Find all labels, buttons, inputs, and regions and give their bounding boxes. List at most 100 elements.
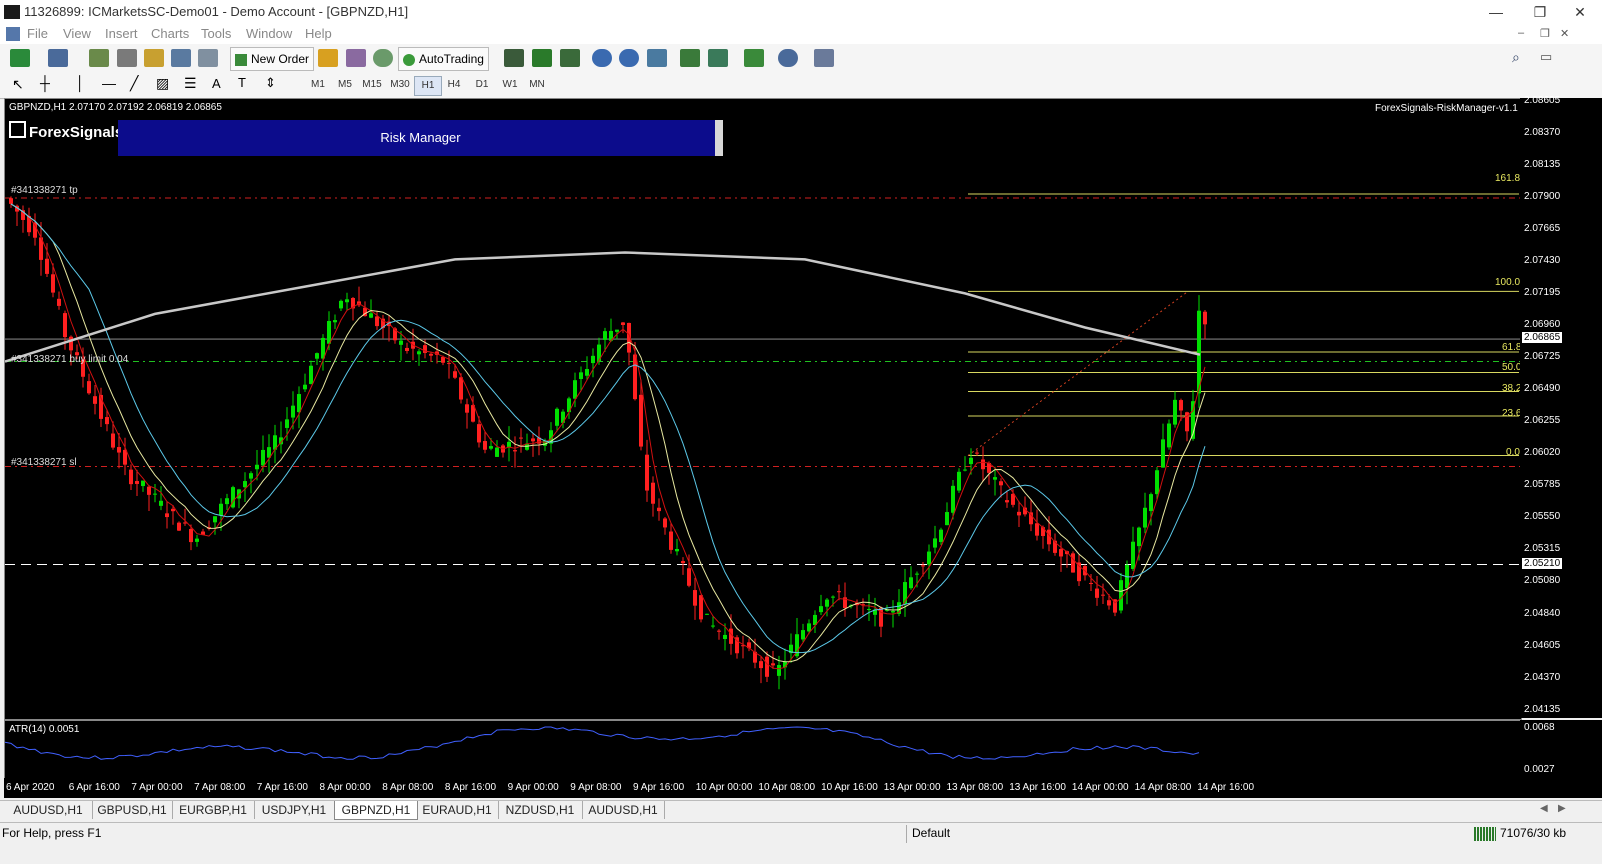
chart-shift-icon[interactable] (708, 49, 728, 67)
menu-charts[interactable]: Charts (151, 26, 189, 41)
close-button[interactable]: ✕ (1558, 2, 1602, 22)
tab-scroll-left-icon[interactable]: ◀ (1540, 803, 1548, 814)
candlestick-icon[interactable] (532, 49, 552, 67)
trendline-icon[interactable]: ╱ (130, 75, 138, 92)
new-chart-icon[interactable] (10, 49, 30, 67)
arrows-icon[interactable]: ⇕ (265, 75, 276, 91)
profiles-icon[interactable] (48, 49, 68, 67)
candle-body (441, 357, 445, 363)
strategy-tester-icon[interactable] (198, 49, 218, 67)
terminal-icon[interactable] (171, 49, 191, 67)
candle-body (945, 512, 949, 526)
tile-windows-icon[interactable] (647, 49, 667, 67)
navigator-icon[interactable] (144, 49, 164, 67)
horizontal-line-icon[interactable]: — (102, 75, 116, 91)
candle-body (1041, 527, 1045, 537)
timeframe-h4[interactable]: H4 (441, 76, 467, 94)
tab-eurgbp[interactable]: EURGBP,H1 (172, 801, 255, 819)
candle-body (957, 471, 961, 491)
candle-body (675, 548, 679, 552)
search-icon[interactable]: ⌕ (1512, 49, 1520, 66)
menu-help[interactable]: Help (305, 26, 332, 41)
timeframe-m15[interactable]: M15 (359, 76, 385, 94)
tab-audusd-2[interactable]: AUDUSD,H1 (582, 801, 665, 819)
candle-body (933, 538, 937, 548)
tab-gbpnzd[interactable]: GBPNZD,H1 (334, 801, 418, 820)
atr-line (5, 726, 1200, 760)
tab-scroll-right-icon[interactable]: ▶ (1558, 803, 1566, 814)
fib-anchor-line (967, 290, 1189, 456)
tab-usdjpy[interactable]: USDJPY,H1 (254, 801, 335, 819)
market-watch-icon[interactable] (89, 49, 109, 67)
risk-manager-collapse-handle[interactable] (715, 120, 723, 156)
zoom-out-icon[interactable] (619, 49, 639, 67)
timeframe-m5[interactable]: M5 (332, 76, 358, 94)
vertical-line-icon[interactable]: │ (76, 75, 85, 91)
candle-body (93, 396, 97, 404)
time-tick: 6 Apr 2020 (6, 782, 55, 793)
tab-audusd[interactable]: AUDUSD,H1 (4, 801, 93, 819)
metaeditor-icon[interactable] (318, 49, 338, 67)
fibonacci-icon[interactable]: ☰ (184, 75, 197, 92)
atr-indicator-panel[interactable]: ATR(14) 0.0051 (4, 720, 1522, 780)
channel-icon[interactable]: ▨ (156, 75, 169, 92)
candle-body (1197, 310, 1201, 394)
candle-body (117, 447, 121, 453)
bar-chart-icon[interactable] (504, 49, 524, 67)
candle-body (399, 340, 403, 345)
price-chart[interactable]: GBPNZD,H1 2.07170 2.07192 2.06819 2.0686… (4, 98, 1522, 720)
data-window-icon[interactable] (117, 49, 137, 67)
text-label-icon[interactable]: T (238, 75, 246, 90)
fib-label-382: 38.2 (1502, 383, 1522, 394)
periods-icon[interactable] (778, 49, 798, 67)
price-tick: 2.06490 (1524, 383, 1561, 395)
zoom-in-icon[interactable] (592, 49, 612, 67)
timeframe-w1[interactable]: W1 (497, 76, 523, 94)
cursor-icon[interactable]: ↖ (12, 76, 24, 93)
timeframe-m1[interactable]: M1 (305, 76, 331, 94)
time-tick: 14 Apr 08:00 (1134, 782, 1192, 793)
line-chart-icon[interactable] (560, 49, 580, 67)
tab-nzdusd[interactable]: NZDUSD,H1 (498, 801, 583, 819)
templates-icon[interactable] (814, 49, 834, 67)
child-close-icon[interactable]: ✕ (1560, 27, 1569, 40)
tab-euraud[interactable]: EURAUD,H1 (416, 801, 499, 819)
candle-body (603, 331, 607, 340)
new-order-button[interactable]: New Order (230, 47, 315, 71)
auto-scroll-icon[interactable] (680, 49, 700, 67)
tab-gbpusd[interactable]: GBPUSD,H1 (92, 801, 173, 819)
candle-body (327, 321, 331, 344)
restore-button[interactable]: ❐ (1518, 2, 1562, 22)
timeframe-h1[interactable]: H1 (414, 76, 442, 96)
text-icon[interactable]: A (212, 76, 221, 91)
market-icon[interactable] (373, 49, 393, 67)
candle-body (9, 198, 13, 204)
signals-icon[interactable] (346, 49, 366, 67)
menu-window[interactable]: Window (246, 26, 292, 41)
candle-body (717, 630, 721, 632)
menu-insert[interactable]: Insert (105, 26, 138, 41)
child-minimize-icon[interactable]: – (1518, 27, 1524, 39)
candle-body (1161, 439, 1165, 468)
candle-body (147, 486, 151, 495)
timeframe-d1[interactable]: D1 (469, 76, 495, 94)
candle-body (1173, 399, 1177, 425)
indicators-icon[interactable] (744, 49, 764, 67)
autotrading-button[interactable]: AutoTrading (398, 47, 489, 71)
chat-icon[interactable]: ▭ (1540, 49, 1552, 65)
candle-body (915, 573, 919, 575)
candle-body (129, 469, 133, 485)
timeframe-mn[interactable]: MN (524, 76, 550, 94)
child-restore-icon[interactable]: ❐ (1540, 27, 1550, 40)
menu-tools[interactable]: Tools (201, 26, 231, 41)
timeframe-m30[interactable]: M30 (387, 76, 413, 94)
menu-file[interactable]: File (27, 26, 48, 41)
new-order-icon (235, 53, 247, 66)
profile-name[interactable]: Default (912, 826, 950, 840)
minimize-button[interactable]: — (1474, 2, 1518, 22)
menu-view[interactable]: View (63, 26, 91, 41)
status-divider (906, 825, 907, 843)
candle-body (105, 417, 109, 425)
crosshair-icon[interactable]: ┼ (40, 75, 50, 91)
risk-manager-panel[interactable]: Risk Manager (118, 120, 723, 156)
